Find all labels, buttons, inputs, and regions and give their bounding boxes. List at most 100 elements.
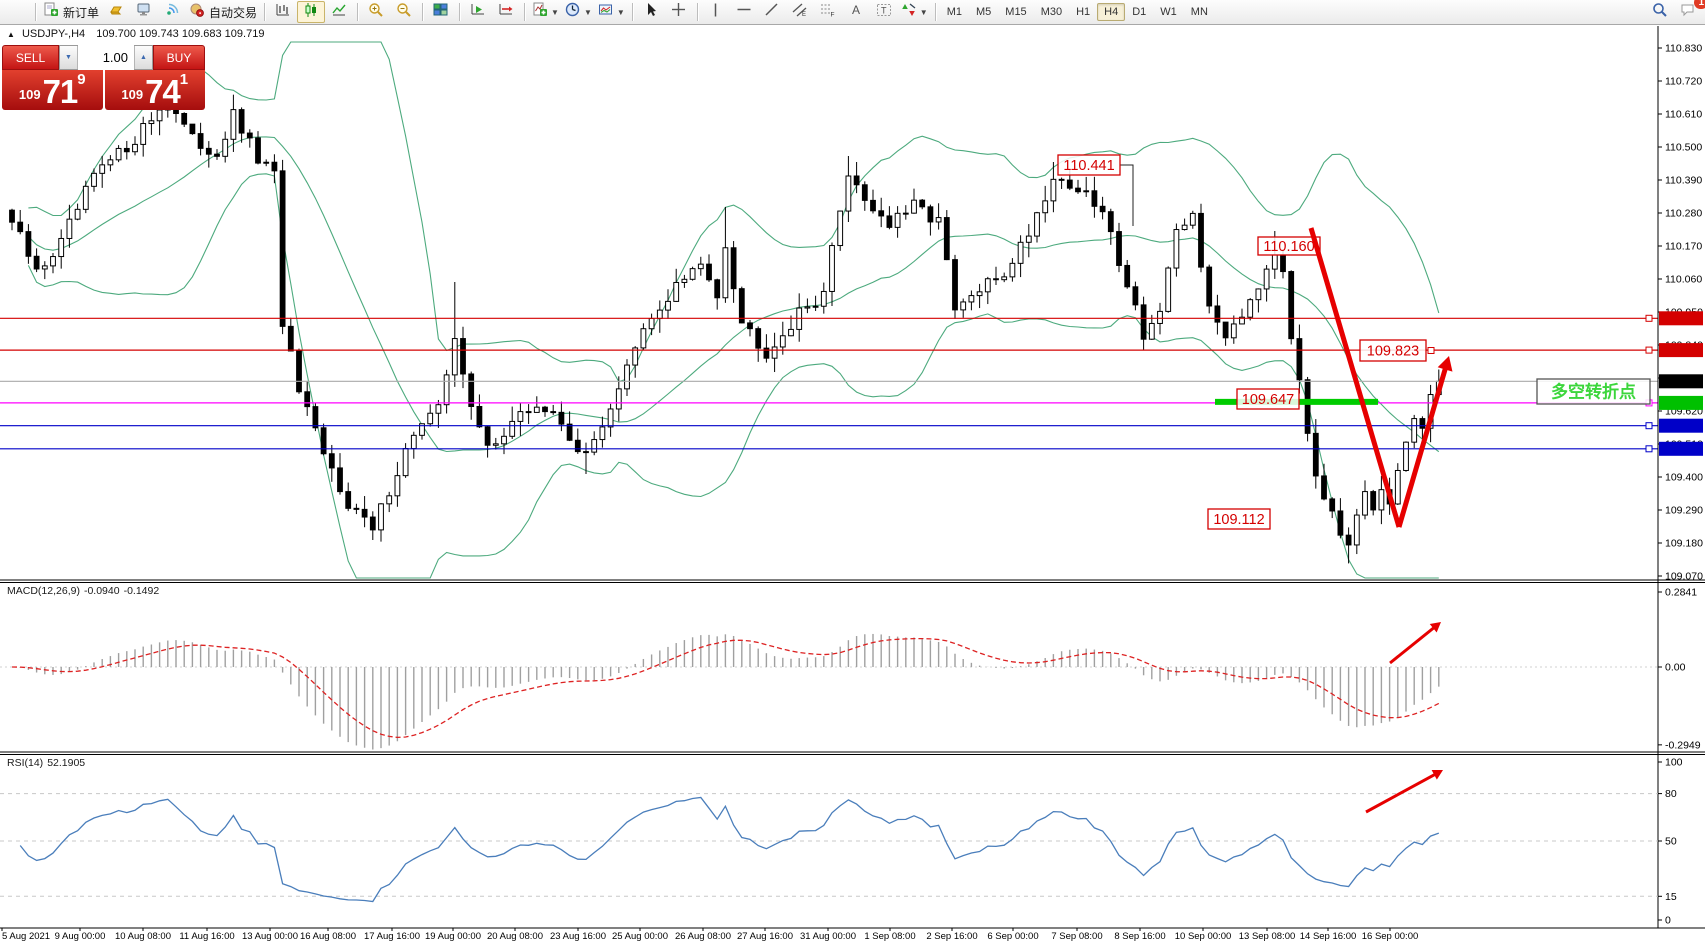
svg-text:9 Aug 00:00: 9 Aug 00:00: [55, 931, 106, 942]
sell-price-prefix: 109: [19, 82, 41, 108]
svg-text:26 Aug 08:00: 26 Aug 08:00: [675, 931, 731, 942]
toolbar-separator: [35, 3, 36, 21]
volume-input[interactable]: [78, 45, 134, 70]
price-label-109112[interactable]: 109.112: [1208, 509, 1270, 529]
timeframe-m5[interactable]: M5: [969, 3, 998, 21]
autotrading-icon: [189, 2, 205, 23]
buy-price-prefix: 109: [121, 82, 143, 108]
volume-decrease-button[interactable]: ▼: [60, 46, 78, 69]
svg-text:-0.2949: -0.2949: [1665, 739, 1701, 751]
svg-text:109.823: 109.823: [1367, 344, 1419, 360]
svg-text:110.830: 110.830: [1665, 43, 1702, 55]
volume-increase-button[interactable]: ▲: [134, 46, 152, 69]
svg-text:110.060: 110.060: [1665, 274, 1702, 286]
toolbar-separator: [264, 3, 265, 21]
volume-stepper: ▼ ▲: [59, 45, 153, 70]
svg-text:110.441: 110.441: [1063, 158, 1114, 174]
price-label-109823[interactable]: 109.823: [1360, 340, 1434, 361]
timeframe-m1[interactable]: M1: [940, 3, 969, 21]
sell-price-pip: 9: [77, 72, 85, 87]
svg-text:20 Aug 08:00: 20 Aug 08:00: [487, 931, 543, 942]
sell-button[interactable]: SELL: [2, 45, 59, 70]
svg-text:15: 15: [1665, 891, 1677, 903]
timeframe-w1[interactable]: W1: [1153, 3, 1184, 21]
arrows-tool-button[interactable]: ▼: [898, 1, 931, 23]
collapse-marker-icon[interactable]: ▲: [7, 30, 15, 39]
indicators-button[interactable]: ▼: [529, 1, 562, 23]
svg-text:110.610: 110.610: [1665, 109, 1702, 121]
market-button[interactable]: [102, 1, 130, 23]
buy-button[interactable]: BUY: [153, 45, 205, 70]
new-order-button[interactable]: 新订单: [40, 1, 102, 23]
one-click-trading-panel: SELL ▼ ▲ BUY 109 71 9 109 74 1: [2, 45, 205, 110]
svg-text:110.280: 110.280: [1665, 208, 1702, 220]
price-badge: [1659, 419, 1703, 433]
signals-button[interactable]: [158, 1, 186, 23]
svg-text:80: 80: [1665, 788, 1677, 800]
timeframe-d1[interactable]: D1: [1125, 3, 1153, 21]
price-badge: [1659, 374, 1703, 388]
candlestick-chart-button[interactable]: [297, 1, 325, 23]
horizontal-line-icon: [736, 2, 752, 23]
terminal-icon: [136, 2, 152, 23]
turning-point-note[interactable]: 多空转折点: [1537, 379, 1650, 404]
chat-button[interactable]: 1: [1674, 1, 1702, 23]
periods-button[interactable]: ▼: [562, 1, 595, 23]
time-axis[interactable]: 5 Aug 20219 Aug 00:0010 Aug 08:0011 Aug …: [2, 928, 1418, 942]
price-label-109647[interactable]: 109.647: [1237, 389, 1299, 409]
toolbar-separator: [422, 3, 423, 21]
level-handle[interactable]: [1646, 347, 1652, 353]
svg-text:E: E: [802, 12, 806, 18]
chart-window-icon[interactable]: [3, 1, 31, 23]
text-label-button[interactable]: T: [870, 1, 898, 23]
equidistant-channel-button[interactable]: E: [786, 1, 814, 23]
price-label-110160[interactable]: 110.160: [1258, 237, 1320, 255]
periods-icon: [565, 2, 581, 23]
candles-chart-icon: [303, 2, 319, 23]
timeframe-m15[interactable]: M15: [998, 3, 1033, 21]
chart-shift-button[interactable]: [492, 1, 520, 23]
timeframe-h1[interactable]: H1: [1069, 3, 1097, 21]
line-chart-icon: [331, 2, 347, 23]
svg-text:110.390: 110.390: [1665, 175, 1702, 187]
svg-text:10 Sep 00:00: 10 Sep 00:00: [1175, 931, 1232, 942]
bar-chart-button[interactable]: [269, 1, 297, 23]
arrows-tool-icon: [901, 2, 917, 23]
fibonacci-button[interactable]: F: [814, 1, 842, 23]
timeframe-mn[interactable]: MN: [1184, 3, 1215, 21]
level-handle[interactable]: [1646, 446, 1652, 452]
vertical-line-button[interactable]: [702, 1, 730, 23]
trendline-button[interactable]: [758, 1, 786, 23]
autotrading-button[interactable]: 自动交易: [186, 1, 260, 23]
svg-text:13 Aug 00:00: 13 Aug 00:00: [242, 931, 298, 942]
svg-text:16 Sep 00:00: 16 Sep 00:00: [1362, 931, 1419, 942]
level-handle[interactable]: [1646, 423, 1652, 429]
text-button[interactable]: A: [842, 1, 870, 23]
line-chart-button[interactable]: [325, 1, 353, 23]
auto-scroll-icon: [470, 2, 486, 23]
svg-text:27 Aug 16:00: 27 Aug 16:00: [737, 931, 793, 942]
buy-price-display[interactable]: 109 74 1: [105, 70, 206, 110]
timeframe-h4[interactable]: H4: [1097, 3, 1125, 21]
timeframe-m30[interactable]: M30: [1034, 3, 1069, 21]
trendline-icon: [764, 2, 780, 23]
terminal-button[interactable]: [130, 1, 158, 23]
chart-canvas[interactable]: 110.830110.720110.610110.500110.390110.2…: [0, 0, 1705, 942]
crosshair-button[interactable]: [665, 1, 693, 23]
notification-badge: 1: [1694, 0, 1705, 9]
level-handle[interactable]: [1646, 315, 1652, 321]
vertical-line-icon: [708, 2, 724, 23]
toolbar-separator: [697, 3, 698, 21]
zoom-out-button[interactable]: [390, 1, 418, 23]
text-label-icon: T: [876, 2, 892, 23]
templates-button[interactable]: ▼: [595, 1, 628, 23]
zoom-in-button[interactable]: [362, 1, 390, 23]
svg-text:109.647: 109.647: [1242, 392, 1294, 408]
buy-price-pip: 1: [180, 72, 188, 87]
sell-price-display[interactable]: 109 71 9: [2, 70, 103, 110]
auto-scroll-button[interactable]: [464, 1, 492, 23]
horizontal-line-button[interactable]: [730, 1, 758, 23]
search-button[interactable]: [1646, 1, 1674, 23]
tile-windows-button[interactable]: [427, 1, 455, 23]
cursor-button[interactable]: [637, 1, 665, 23]
